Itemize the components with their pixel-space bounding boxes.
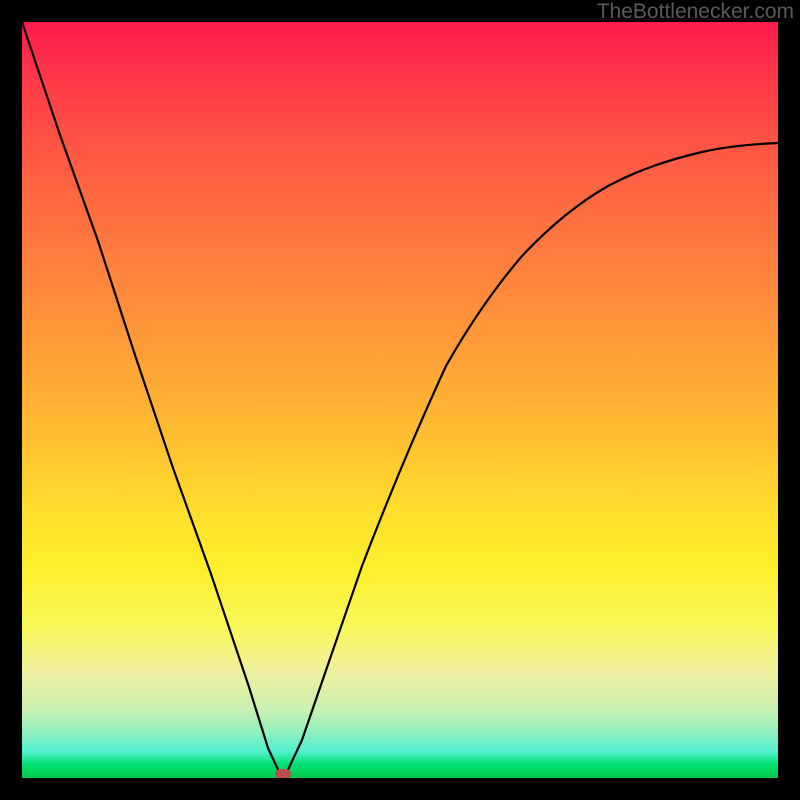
chart-frame: TheBottlenecker.com — [0, 0, 800, 800]
minimum-marker — [275, 769, 291, 778]
plot-area — [22, 22, 778, 778]
gradient-background — [22, 22, 778, 778]
watermark-text: TheBottlenecker.com — [597, 0, 794, 24]
